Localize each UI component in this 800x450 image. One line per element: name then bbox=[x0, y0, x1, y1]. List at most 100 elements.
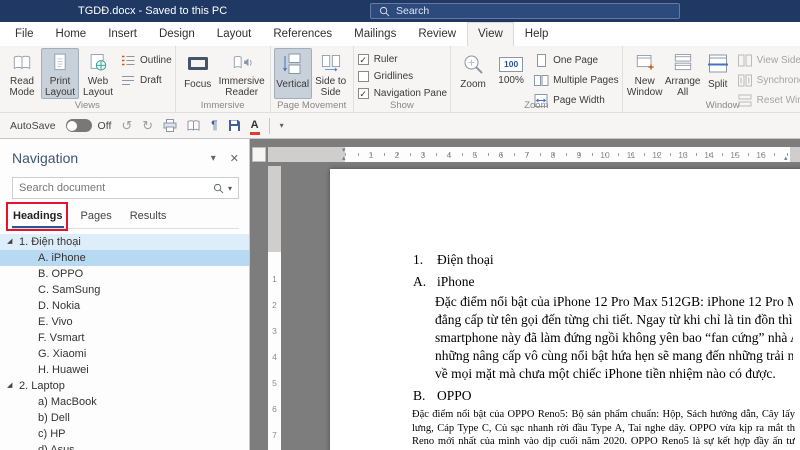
nav-search-dropdown-icon[interactable]: ▾ bbox=[228, 184, 232, 193]
ruler-checkbox[interactable]: ✓ Ruler bbox=[358, 53, 447, 65]
autosave-toggle[interactable] bbox=[66, 119, 92, 132]
gridlines-checkbox-box bbox=[358, 71, 369, 82]
split-button[interactable]: Split bbox=[702, 48, 734, 99]
gridlines-checkbox[interactable]: Gridlines bbox=[358, 70, 447, 82]
immersive-reader-icon bbox=[230, 52, 254, 73]
vertical-icon bbox=[281, 52, 305, 76]
nav-heading-dell[interactable]: b) Dell bbox=[0, 410, 249, 426]
read-mode-label: Read Mode bbox=[4, 76, 40, 98]
zoom-button[interactable]: Zoom bbox=[454, 48, 492, 99]
read-mode-button[interactable]: Read Mode bbox=[3, 48, 41, 99]
pane-options-icon[interactable]: ▾ bbox=[211, 153, 216, 164]
group-label-window: Window bbox=[663, 100, 783, 111]
doc-heading-a: A.iPhone bbox=[330, 274, 800, 292]
read-mode-icon bbox=[10, 52, 34, 73]
nav-headings-tree: ◢1. Điện thoại A. iPhone B. OPPO C. SamS… bbox=[0, 229, 249, 450]
document-area: 1 2 3 4 5 6 7 8 9 10 11 12 13 14 15 16 ▾… bbox=[250, 139, 800, 450]
nav-heading-huawei[interactable]: H. Huawei bbox=[0, 362, 249, 378]
arrange-all-button[interactable]: Arrange All bbox=[664, 48, 702, 99]
nav-heading-vivo[interactable]: E. Vivo bbox=[0, 314, 249, 330]
focus-label: Focus bbox=[184, 79, 211, 90]
nav-heading-xiaomi[interactable]: G. Xiaomi bbox=[0, 346, 249, 362]
print-button[interactable] bbox=[163, 119, 177, 132]
nav-tabs: Headings Pages Results bbox=[12, 205, 239, 229]
redo-button[interactable]: ↻ bbox=[142, 119, 153, 132]
immersive-reader-label: Immersive Reader bbox=[218, 76, 266, 98]
vertical-label: Vertical bbox=[276, 79, 309, 90]
multiple-pages-icon bbox=[533, 73, 549, 88]
nav-heading-macbook[interactable]: a) MacBook bbox=[0, 394, 249, 410]
new-window-button[interactable]: New Window bbox=[626, 48, 664, 99]
print-layout-button[interactable]: Print Layout bbox=[41, 48, 79, 99]
read-aloud-button[interactable] bbox=[187, 119, 201, 132]
focus-button[interactable]: Focus bbox=[179, 48, 217, 99]
nav-search-input[interactable]: Search document ▾ bbox=[12, 177, 239, 199]
word-window: TGDĐ.docx - Saved to this PC Search File… bbox=[0, 0, 800, 450]
indent-marker-hanging[interactable]: ▴ bbox=[342, 155, 346, 162]
font-color-button[interactable]: A bbox=[251, 120, 259, 131]
outline-button[interactable]: Outline bbox=[120, 53, 172, 68]
tab-references[interactable]: References bbox=[262, 22, 343, 46]
tab-insert[interactable]: Insert bbox=[97, 22, 148, 46]
zoom-100-button[interactable]: 100 100% bbox=[492, 48, 530, 99]
view-side-by-side-button[interactable]: View Side by Side bbox=[737, 53, 800, 68]
vertical-button[interactable]: Vertical bbox=[274, 48, 312, 99]
multiple-pages-button[interactable]: Multiple Pages bbox=[533, 73, 619, 88]
title-bar: TGDĐ.docx - Saved to this PC Search bbox=[0, 0, 800, 22]
draft-button[interactable]: Draft bbox=[120, 73, 172, 88]
font-color-letter: A bbox=[251, 119, 259, 131]
nav-heading-hp[interactable]: c) HP bbox=[0, 426, 249, 442]
nav-heading-iphone[interactable]: A. iPhone bbox=[0, 250, 249, 266]
web-layout-button[interactable]: Web Layout bbox=[79, 48, 117, 99]
horizontal-ruler[interactable]: 1 2 3 4 5 6 7 8 9 10 11 12 13 14 15 16 ▾… bbox=[268, 147, 800, 162]
tab-file[interactable]: File bbox=[4, 22, 45, 46]
group-views: Read Mode Print Layout Web Layout Outlin… bbox=[0, 46, 176, 112]
save-button[interactable] bbox=[228, 119, 241, 132]
collapse-icon[interactable]: ◢ bbox=[7, 237, 12, 245]
vertical-ruler[interactable]: 1 2 3 4 5 6 7 bbox=[268, 166, 281, 450]
one-page-button[interactable]: One Page bbox=[533, 53, 619, 68]
tab-design[interactable]: Design bbox=[148, 22, 206, 46]
synchronous-scrolling-icon bbox=[737, 73, 753, 88]
doc-paragraph-iphone: Đặc điểm nổi bật của iPhone 12 Pro Max 5… bbox=[330, 294, 800, 384]
nav-tab-headings[interactable]: Headings bbox=[12, 205, 64, 228]
close-pane-icon[interactable]: ✕ bbox=[230, 152, 239, 165]
synchronous-scrolling-button[interactable]: Synchronous Scrolling bbox=[737, 73, 800, 88]
tab-selector-box[interactable] bbox=[252, 147, 266, 162]
nav-tab-pages[interactable]: Pages bbox=[80, 205, 113, 228]
nav-search-placeholder: Search document bbox=[19, 182, 213, 194]
titlebar-search-box[interactable]: Search bbox=[370, 3, 680, 19]
tab-help[interactable]: Help bbox=[514, 22, 560, 46]
tab-home[interactable]: Home bbox=[45, 22, 98, 46]
navigation-title: Navigation bbox=[12, 150, 197, 166]
document-page[interactable]: 1.Điện thoại A.iPhone Đặc điểm nổi bật c… bbox=[330, 169, 800, 450]
one-page-icon bbox=[533, 53, 549, 68]
nav-heading-vsmart[interactable]: F. Vsmart bbox=[0, 330, 249, 346]
side-to-side-button[interactable]: Side to Side bbox=[312, 48, 350, 99]
group-label-zoom: Zoom bbox=[451, 100, 622, 111]
tab-review[interactable]: Review bbox=[407, 22, 467, 46]
zoom-icon bbox=[461, 52, 485, 76]
arrange-all-icon bbox=[671, 52, 695, 73]
indent-marker-first-line[interactable]: ▾ bbox=[342, 147, 346, 154]
customize-qat-button[interactable]: ▾ bbox=[280, 121, 284, 130]
nav-heading-samsung[interactable]: C. SamSung bbox=[0, 282, 249, 298]
nav-heading-laptop[interactable]: ◢2. Laptop bbox=[0, 378, 249, 394]
undo-button[interactable]: ↺ bbox=[121, 119, 132, 132]
nav-heading-oppo[interactable]: B. OPPO bbox=[0, 266, 249, 282]
paragraph-marks-button[interactable]: ¶ bbox=[211, 119, 217, 132]
nav-tab-results[interactable]: Results bbox=[129, 205, 168, 228]
tab-mailings[interactable]: Mailings bbox=[343, 22, 407, 46]
indent-marker-right[interactable]: ▴ bbox=[784, 155, 788, 162]
outline-label: Outline bbox=[140, 55, 172, 66]
tab-view[interactable]: View bbox=[467, 22, 514, 46]
nav-heading-dien-thoai[interactable]: ◢1. Điện thoại bbox=[0, 234, 249, 250]
outline-icon bbox=[120, 53, 136, 68]
nav-heading-asus[interactable]: d) Asus bbox=[0, 442, 249, 450]
tab-layout[interactable]: Layout bbox=[206, 22, 263, 46]
nav-heading-nokia[interactable]: D. Nokia bbox=[0, 298, 249, 314]
collapse-icon[interactable]: ◢ bbox=[7, 381, 12, 389]
navigation-pane-checkbox[interactable]: ✓ Navigation Pane bbox=[358, 87, 447, 99]
autosave-toggle-knob bbox=[67, 121, 77, 131]
immersive-reader-button[interactable]: Immersive Reader bbox=[217, 48, 267, 99]
